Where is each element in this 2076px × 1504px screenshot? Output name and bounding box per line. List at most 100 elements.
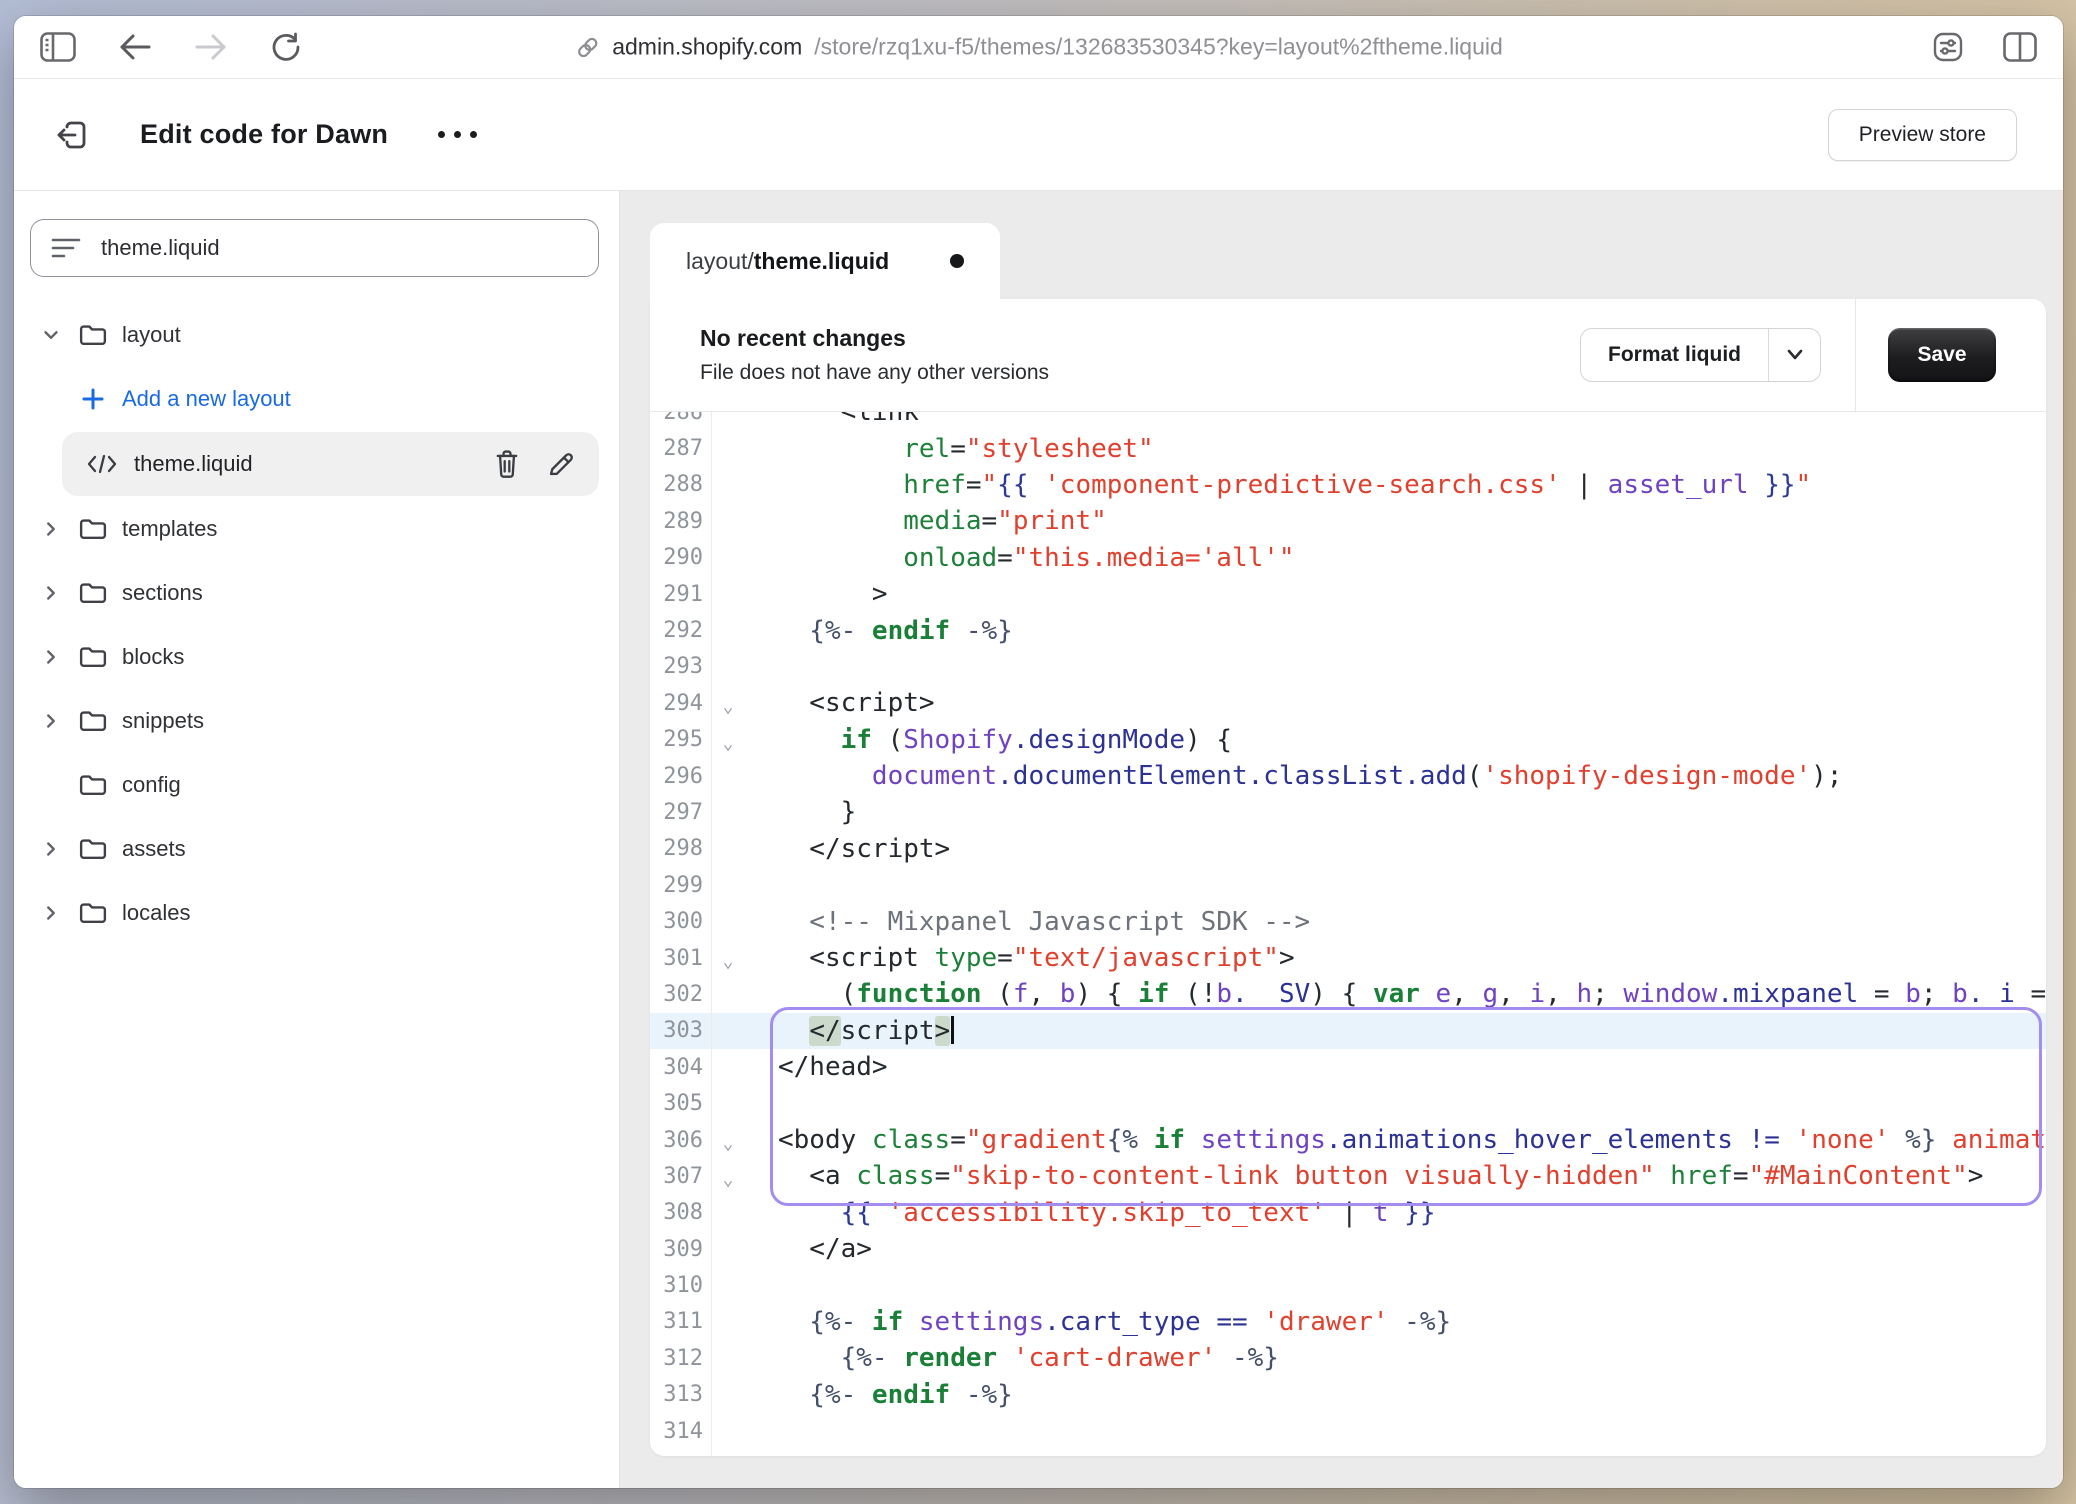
chevron-right-icon[interactable] [36,710,66,732]
code-line-306[interactable]: 306⌄<body class="gradient{% if settings.… [650,1122,2046,1158]
code-text: > [744,579,888,609]
fold-chevron-icon[interactable]: ⌄ [712,690,744,716]
sidebar-item-blocks[interactable]: blocks [14,633,619,681]
chevron-right-icon[interactable] [36,518,66,540]
code-text: {%- render 'cart-drawer' -%} [744,1343,1279,1373]
reload-icon[interactable] [270,31,302,63]
code-editor[interactable]: 286 <link287 rel="stylesheet"288 href="{… [650,412,2046,1456]
code-line-295[interactable]: 295⌄ if (Shopify.designMode) { [650,722,2046,758]
code-line-296[interactable]: 296 document.documentElement.classList.a… [650,758,2046,794]
sidebar-toggle-icon[interactable] [40,32,76,62]
folder-icon [78,579,108,607]
fold-chevron-icon[interactable]: ⌄ [712,1127,744,1153]
rename-file-icon[interactable] [547,450,575,478]
code-line-305[interactable]: 305 [650,1085,2046,1121]
code-line-314[interactable]: 314 [650,1413,2046,1449]
code-line-311[interactable]: 311 {%- if settings.cart_type == 'drawer… [650,1304,2046,1340]
code-text: href="{{ 'component-predictive-search.cs… [744,470,1811,500]
folder-icon [78,835,108,863]
save-button[interactable]: Save [1888,328,1996,382]
sidebar-item-config[interactable]: config [14,761,619,809]
line-number: 313 [650,1377,712,1413]
line-number: 311 [650,1304,712,1340]
fold-chevron-icon[interactable]: ⌄ [712,727,744,753]
address-bar[interactable]: admin.shopify.com/store/rzq1xu-f5/themes… [574,34,1503,61]
folder-icon [78,321,108,349]
code-line-308[interactable]: 308 {{ 'accessibility.skip_to_text' | t … [650,1195,2046,1231]
sidebar-item-snippets[interactable]: snippets [14,697,619,745]
chevron-down-icon[interactable] [1768,329,1820,381]
sidebar-item-locales[interactable]: locales [14,889,619,937]
format-liquid-label[interactable]: Format liquid [1581,329,1768,381]
code-line-298[interactable]: 298 </script> [650,831,2046,867]
code-line-304[interactable]: 304</head> [650,1049,2046,1085]
code-line-289[interactable]: 289 media="print" [650,503,2046,539]
editor-card: No recent changes File does not have any… [650,299,2046,1456]
sidebar-item-assets[interactable]: assets [14,825,619,873]
fold-gutter [712,481,744,489]
line-number: 288 [650,467,712,503]
code-line-287[interactable]: 287 rel="stylesheet" [650,430,2046,466]
sidebar-item-sections[interactable]: sections [14,569,619,617]
format-liquid-button[interactable]: Format liquid [1580,328,1821,382]
line-number: 286 [650,412,712,430]
chevron-right-icon[interactable] [36,646,66,668]
fold-gutter [712,554,744,562]
code-line-clipped[interactable]: <div id="shopify-section"> [650,1449,2046,1456]
fold-gutter [712,1027,744,1035]
tab-file-name: theme.liquid [754,248,889,274]
code-line-293[interactable]: 293 [650,649,2046,685]
code-line-301[interactable]: 301⌄ <script type="text/javascript"> [650,940,2046,976]
chevron-right-icon[interactable] [36,582,66,604]
line-number: 298 [650,831,712,867]
chevron-right-icon[interactable] [36,902,66,924]
code-line-290[interactable]: 290 onload="this.media='all'" [650,540,2046,576]
folder-icon [78,771,108,799]
more-menu-icon[interactable] [438,131,477,138]
code-line-300[interactable]: 300 <!-- Mixpanel Javascript SDK --> [650,903,2046,939]
add-new-layout-button[interactable]: Add a new layout [14,375,619,423]
delete-file-icon[interactable] [493,449,521,479]
code-line-310[interactable]: 310 [650,1267,2046,1303]
back-icon[interactable] [118,32,152,62]
forward-icon[interactable] [194,32,228,62]
search-input[interactable] [101,235,578,261]
sidebar-item-theme-liquid[interactable]: theme.liquid [62,432,599,496]
code-line-307[interactable]: 307⌄ <a class="skip-to-content-link butt… [650,1158,2046,1194]
fold-chevron-icon[interactable]: ⌄ [712,1163,744,1189]
chevron-down-icon[interactable] [36,324,66,346]
chevron-right-icon[interactable] [36,838,66,860]
code-text: <!-- Mixpanel Javascript SDK --> [744,907,1310,937]
code-line-303[interactable]: 303 </script> [650,1013,2046,1049]
code-line-292[interactable]: 292 {%- endif -%} [650,612,2046,648]
sidebar-item-templates[interactable]: templates [14,505,619,553]
fold-gutter [712,1063,744,1071]
code-lines: 286 <link287 rel="stylesheet"288 href="{… [650,412,2046,1456]
folder-label: config [122,772,181,798]
split-view-icon[interactable] [2003,32,2037,62]
fold-gutter [712,990,744,998]
code-line-294[interactable]: 294⌄ <script> [650,685,2046,721]
code-text: } [744,797,856,827]
code-line-291[interactable]: 291 > [650,576,2046,612]
exit-icon[interactable] [54,117,90,153]
code-line-297[interactable]: 297 } [650,794,2046,830]
fold-gutter [712,1391,744,1399]
line-number: 312 [650,1340,712,1376]
file-search-box[interactable] [30,219,599,277]
file-tree: layout Add a new layout theme.liquid templa… [14,311,619,937]
code-line-312[interactable]: 312 {%- render 'cart-drawer' -%} [650,1340,2046,1376]
code-line-309[interactable]: 309 </a> [650,1231,2046,1267]
code-line-286[interactable]: 286 <link [650,412,2046,430]
code-line-299[interactable]: 299 [650,867,2046,903]
preview-store-button[interactable]: Preview store [1828,109,2017,161]
fold-chevron-icon[interactable]: ⌄ [712,945,744,971]
page-settings-icon[interactable] [1933,31,1963,63]
tab-theme-liquid[interactable]: layout/theme.liquid [650,223,1000,299]
code-line-302[interactable]: 302 (function (f, b) { if (!b.__SV) { va… [650,976,2046,1012]
code-line-313[interactable]: 313 {%- endif -%} [650,1377,2046,1413]
line-number: 308 [650,1195,712,1231]
code-line-288[interactable]: 288 href="{{ 'component-predictive-searc… [650,467,2046,503]
fold-gutter [712,845,744,853]
sidebar-item-layout[interactable]: layout [14,311,619,359]
